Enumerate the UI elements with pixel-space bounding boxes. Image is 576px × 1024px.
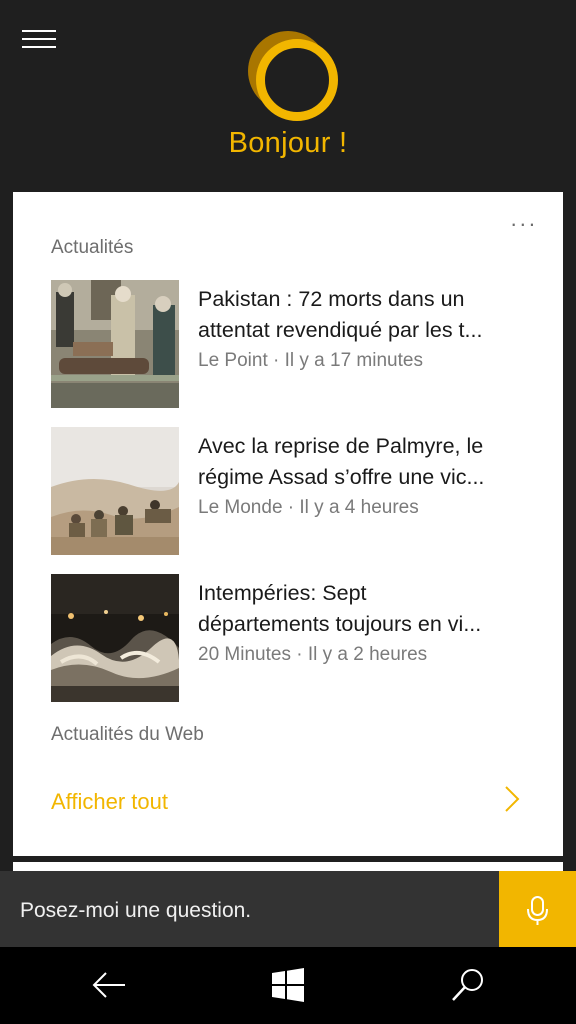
news-item[interactable]: Intempéries: Sept départements toujours … bbox=[51, 574, 531, 702]
greeting-title: Bonjour ! bbox=[228, 127, 348, 159]
web-news-label: Actualités du Web bbox=[51, 724, 204, 745]
search-icon[interactable] bbox=[448, 965, 488, 1005]
cortana-app: Bonjour ! Actualités Pakistan: 72 morts… bbox=[0, 0, 576, 1024]
news-item[interactable]: Pakistan : 72 morts dans un attentat rev… bbox=[51, 280, 531, 408]
news-source-time: Le Monde · Il y a 4 heures bbox=[198, 497, 419, 518]
news-card: Actualités Pakistan: 72 morts dans un a… bbox=[13, 192, 563, 856]
microphone-icon bbox=[527, 896, 548, 925]
news-headline: Avec la reprise de Palmyre, le régime As… bbox=[198, 434, 485, 489]
microphone-button[interactable] bbox=[499, 871, 576, 947]
news-source-time: Le Point · Il y a 17 minutes bbox=[198, 350, 423, 371]
windows-logo-icon[interactable] bbox=[268, 965, 308, 1005]
hamburger-menu-icon[interactable] bbox=[22, 30, 56, 52]
more-options-button[interactable]: ... bbox=[511, 208, 538, 230]
chevron-right-icon[interactable] bbox=[503, 784, 521, 814]
cortana-ring-icon[interactable] bbox=[248, 31, 338, 121]
news-thumbnail bbox=[51, 427, 179, 555]
news-thumbnail bbox=[51, 280, 179, 408]
news-item[interactable]: Avec la reprise de Palmyre, le régime As… bbox=[51, 427, 531, 555]
news-headline: Intempéries: Sept départements toujours … bbox=[198, 581, 482, 636]
news-source-time: 20 Minutes · Il y a 2 heures bbox=[198, 644, 428, 665]
system-navbar bbox=[0, 947, 576, 1024]
section-label: Actualités bbox=[51, 237, 134, 258]
ask-input[interactable]: Posez-moi une question. bbox=[0, 871, 499, 947]
back-arrow-icon[interactable] bbox=[89, 965, 129, 1005]
news-headline: Pakistan : 72 morts dans un attentat rev… bbox=[198, 287, 483, 342]
see-all-link[interactable]: Afficher tout bbox=[51, 789, 168, 815]
ask-placeholder: Posez-moi une question. bbox=[20, 899, 252, 922]
news-thumbnail bbox=[51, 574, 179, 702]
